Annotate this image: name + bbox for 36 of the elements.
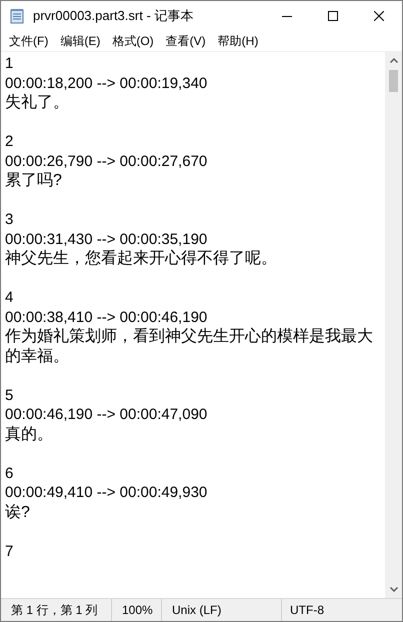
subtitle-text: 诶? bbox=[5, 504, 30, 520]
status-text: Unix (LF) bbox=[172, 603, 222, 617]
maximize-icon bbox=[328, 11, 338, 21]
window-title: prvr00003.part3.srt - 记事本 bbox=[33, 7, 194, 25]
menu-item[interactable]: 编辑(E) bbox=[54, 32, 106, 50]
status-text: 100% bbox=[122, 603, 153, 617]
subtitle-text: 作为婚礼策划师，看到神父先生开心的模样是我最大的幸福。 bbox=[5, 328, 373, 364]
timecode: 00:00:49,410 --> 00:00:49,930 bbox=[5, 484, 208, 501]
status-text: 第 1 行，第 1 列 bbox=[11, 602, 98, 618]
subtitle-text: 累了吗? bbox=[5, 172, 62, 189]
notepad-icon bbox=[9, 8, 25, 24]
subtitle-text: 真的。 bbox=[5, 426, 53, 442]
menu-item[interactable]: 帮助(H) bbox=[212, 32, 264, 50]
menu-item[interactable]: 查看(V) bbox=[160, 32, 212, 50]
scrollbar[interactable] bbox=[385, 52, 402, 598]
scroll-up-icon[interactable] bbox=[390, 58, 398, 63]
subtitle-number: 2 bbox=[5, 133, 14, 150]
scroll-thumb[interactable] bbox=[389, 70, 398, 92]
subtitle-number: 3 bbox=[5, 211, 14, 228]
timecode: 00:00:46,190 --> 00:00:47,090 bbox=[5, 406, 208, 423]
subtitle-number: 5 bbox=[5, 386, 14, 404]
scroll-down-icon[interactable] bbox=[390, 587, 398, 592]
timecode: 00:00:26,790 --> 00:00:27,670 bbox=[5, 152, 208, 170]
subtitle-number: 1 bbox=[5, 55, 14, 72]
timecode: 00:00:31,430 --> 00:00:35,190 bbox=[5, 230, 208, 248]
menu-item[interactable]: 格式(O) bbox=[106, 32, 160, 50]
status-text: UTF-8 bbox=[290, 603, 324, 617]
timecode: 00:00:38,410 --> 00:00:46,190 bbox=[5, 308, 208, 326]
timecode: 00:00:18,200 --> 00:00:19,340 bbox=[5, 74, 208, 92]
subtitle-number: 4 bbox=[5, 289, 14, 306]
subtitle-number: 6 bbox=[5, 464, 14, 482]
menu-item[interactable]: 文件(F) bbox=[3, 32, 54, 50]
close-icon bbox=[374, 11, 384, 21]
subtitle-text: 失礼了。 bbox=[5, 94, 69, 111]
subtitle-number: 7 bbox=[5, 542, 14, 560]
subtitle-text: 神父先生，您看起来开心得不得了呢。 bbox=[5, 250, 277, 267]
